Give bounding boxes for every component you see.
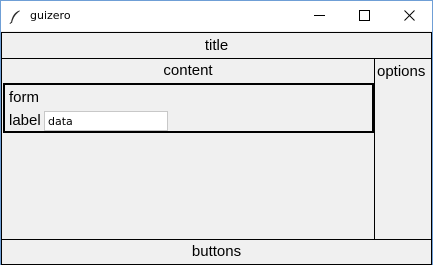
feather-icon: [9, 9, 21, 24]
window-titlebar[interactable]: guizero: [1, 1, 432, 31]
close-icon: [404, 10, 415, 21]
maximize-icon: [359, 10, 370, 21]
window-title: guizero: [30, 9, 71, 22]
content-frame: content form label: [1, 58, 375, 240]
form-frame: form label: [3, 83, 374, 133]
title-frame: title: [1, 32, 432, 59]
content-frame-label: content: [163, 62, 213, 79]
close-button[interactable]: [387, 1, 432, 31]
maximize-button[interactable]: [342, 1, 387, 31]
minimize-icon: [314, 15, 325, 16]
buttons-frame: buttons: [1, 239, 432, 265]
buttons-frame-label: buttons: [191, 243, 242, 260]
options-frame-label: options: [377, 63, 426, 80]
field-label: label: [9, 112, 41, 129]
title-frame-label: title: [204, 37, 229, 54]
data-input[interactable]: [44, 111, 168, 131]
form-heading: form: [9, 89, 39, 106]
minimize-button[interactable]: [297, 1, 342, 31]
app-window: guizero title content form label data op…: [0, 0, 433, 265]
options-frame: options: [374, 58, 432, 240]
